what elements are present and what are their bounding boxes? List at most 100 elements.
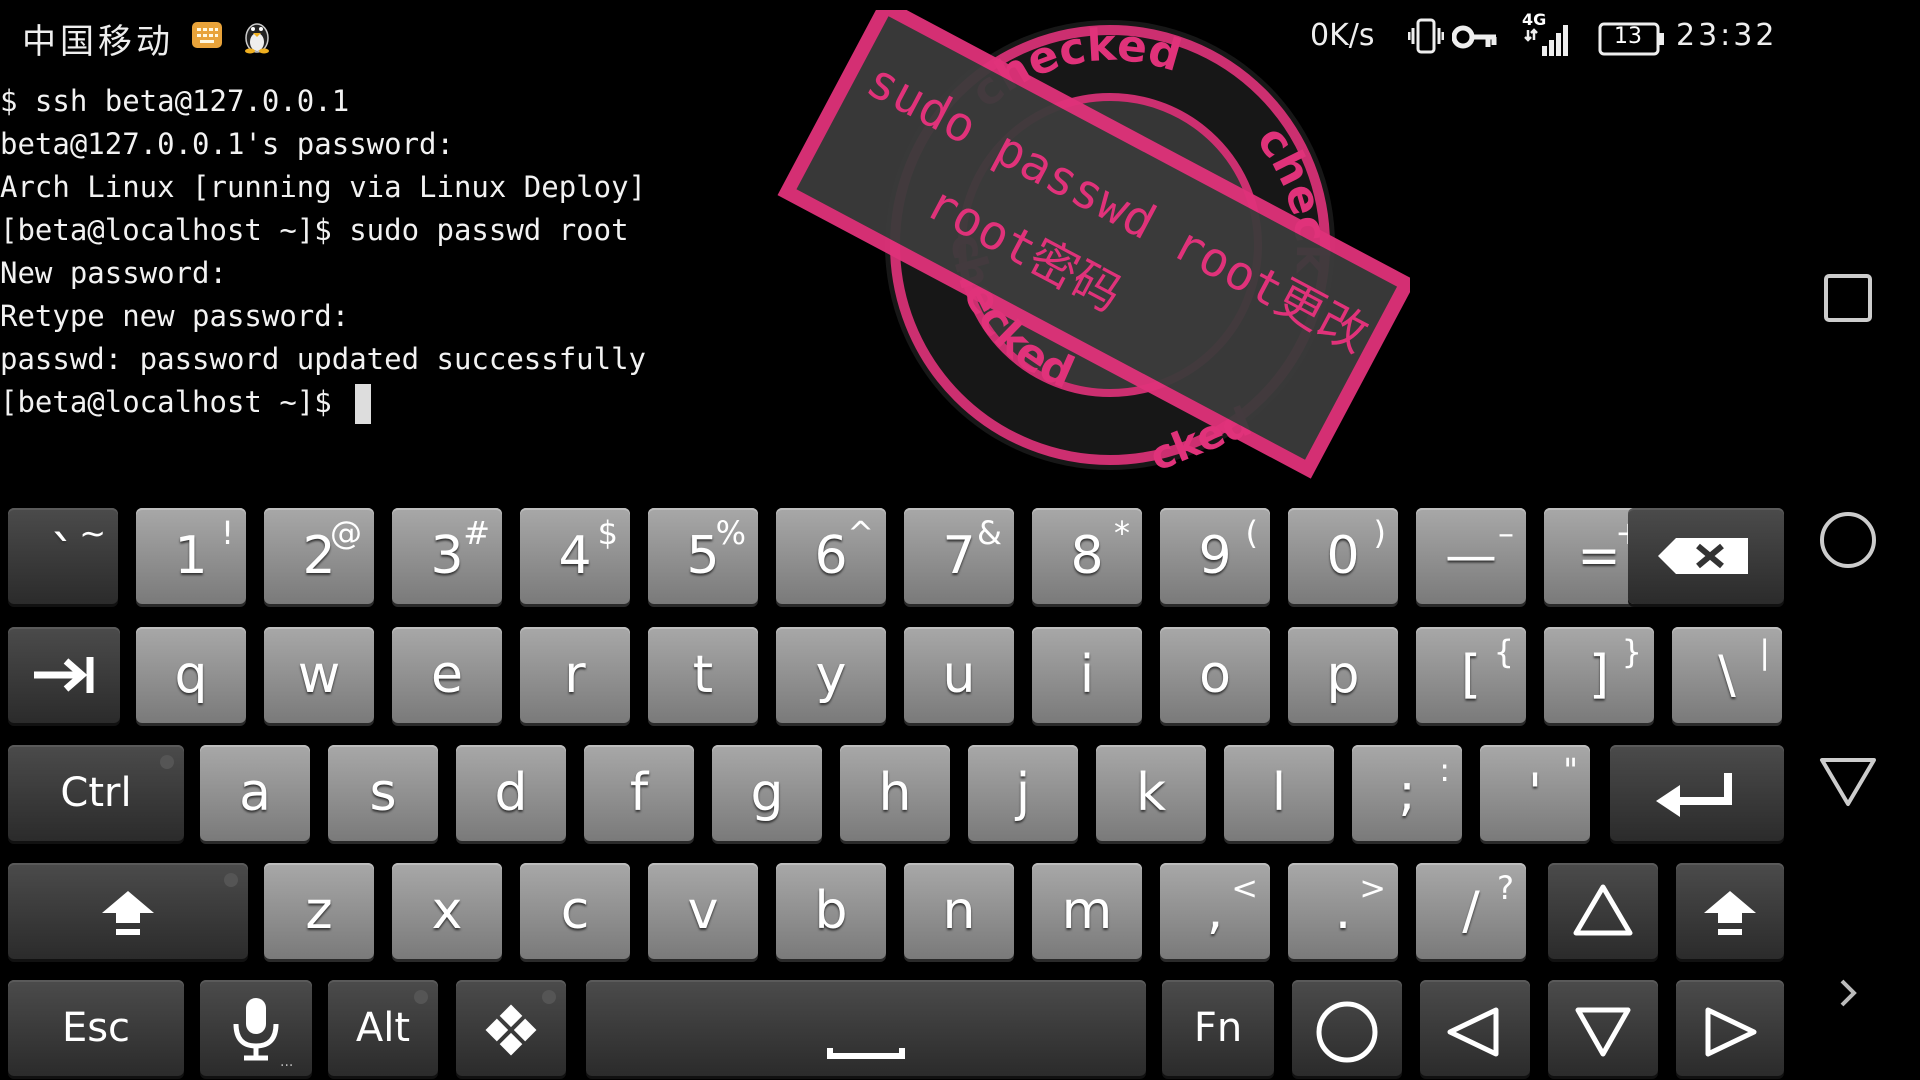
key-row2-11[interactable]: ]} (1544, 627, 1654, 723)
sticky-indicator (542, 990, 556, 1004)
key-row2-9[interactable]: p (1288, 627, 1398, 723)
key-row2-10[interactable]: [{ (1416, 627, 1526, 723)
arrow-right-key[interactable] (1676, 980, 1784, 1076)
key-row1-7[interactable]: 7 & (904, 508, 1014, 604)
key-main-char: x (431, 881, 463, 941)
key-row3-3[interactable]: f (584, 745, 694, 841)
key-main-char: s (369, 763, 397, 823)
arrow-down-key[interactable] (1548, 980, 1658, 1076)
key-row3-8[interactable]: l (1224, 745, 1334, 841)
arrow-up-key[interactable] (1548, 863, 1658, 959)
shift-icon (1704, 891, 1756, 935)
sticky-indicator (414, 990, 428, 1004)
key-main-char: d (494, 763, 528, 823)
recent-apps-button[interactable] (1810, 260, 1890, 340)
alt-key[interactable]: Alt (328, 980, 438, 1076)
key-alt-char: < (1231, 869, 1258, 907)
back-button[interactable] (1810, 740, 1890, 820)
shift-left-key[interactable] (8, 863, 248, 959)
home-button[interactable] (1810, 500, 1890, 580)
key-row1-3[interactable]: 3 # (392, 508, 502, 604)
key-alt-char: ) (1373, 514, 1386, 552)
key-row4-3[interactable]: v (648, 863, 758, 959)
key-main-char: g (750, 763, 784, 823)
key-main-char: l (1271, 763, 1287, 823)
key-main-char: e (431, 645, 463, 705)
key-row4-8[interactable]: . > (1288, 863, 1398, 959)
key-main-char: v (687, 881, 719, 941)
key-row1-10[interactable]: 0) (1288, 508, 1398, 604)
key-row3-2[interactable]: d (456, 745, 566, 841)
key-row2-12[interactable]: \ | (1672, 627, 1782, 723)
chevron-right-icon (1840, 979, 1857, 1007)
space-key[interactable] (586, 980, 1146, 1076)
key-row4-6[interactable]: m (1032, 863, 1142, 959)
triangle-down-icon (1820, 758, 1876, 806)
key-row1-2[interactable]: 2 @ (264, 508, 374, 604)
key-row1-4[interactable]: 4 $ (520, 508, 630, 604)
arrow-left-key[interactable] (1420, 980, 1530, 1076)
carrier-name: 中国移动 (22, 22, 174, 62)
checked-stamp-overlay: checked check checked cked sudo passwd r… (770, 10, 1410, 510)
ctrl-key[interactable]: Ctrl (8, 745, 184, 841)
key-row3-4[interactable]: g (712, 745, 822, 841)
key-main-char: i (1079, 645, 1095, 705)
key-row3-6[interactable]: j (968, 745, 1078, 841)
svg-text:...: ... (280, 1054, 293, 1070)
key-row3-7[interactable]: k (1096, 745, 1206, 841)
key-row1-1[interactable]: 1! (136, 508, 246, 604)
key-row3-0[interactable]: a (200, 745, 310, 841)
meta-key[interactable] (456, 980, 566, 1076)
tab-key[interactable] (8, 627, 120, 723)
key-row1-5[interactable]: 5% (648, 508, 758, 604)
key-row1-0[interactable]: ` ~ (8, 508, 118, 604)
key-row2-4[interactable]: t (648, 627, 758, 723)
key-row2-2[interactable]: e (392, 627, 502, 723)
key-row1-6[interactable]: 6 ^ (776, 508, 886, 604)
key-row4-9[interactable]: /? (1416, 863, 1526, 959)
key-row2-8[interactable]: o (1160, 627, 1270, 723)
fn-key[interactable]: Fn (1162, 980, 1274, 1076)
key-row3-9[interactable]: ;: (1352, 745, 1462, 841)
key-row2-1[interactable]: w (264, 627, 374, 723)
battery-level: 13 (1614, 24, 1642, 49)
key-alt-char: { (1493, 633, 1514, 671)
shift-right-key[interactable] (1676, 863, 1784, 959)
triangle-down-icon (1575, 1007, 1631, 1057)
signal-icon (1524, 22, 1568, 56)
key-alt-char: * (1114, 514, 1130, 552)
key-row3-5[interactable]: h (840, 745, 950, 841)
key-row3-1[interactable]: s (328, 745, 438, 841)
esc-label: Esc (61, 1005, 131, 1051)
key-row2-6[interactable]: u (904, 627, 1014, 723)
key-row4-1[interactable]: x (392, 863, 502, 959)
key-row4-2[interactable]: c (520, 863, 630, 959)
key-row1-11[interactable]: — – (1416, 508, 1526, 604)
key-row3-10[interactable]: ' " (1480, 745, 1590, 841)
key-main-char: a (239, 763, 271, 823)
esc-key[interactable]: Esc (8, 980, 184, 1076)
key-main-char: c (560, 881, 590, 941)
key-row2-3[interactable]: r (520, 627, 630, 723)
key-row4-7[interactable]: , < (1160, 863, 1270, 959)
enter-key[interactable] (1610, 745, 1784, 841)
key-main-char: k (1135, 763, 1167, 823)
key-row4-4[interactable]: b (776, 863, 886, 959)
key-alt-char: } (1621, 633, 1642, 671)
nav-expand-button[interactable] (1810, 955, 1890, 1035)
key-alt-char: % (715, 514, 746, 552)
key-row2-0[interactable]: q (136, 627, 246, 723)
key-row2-5[interactable]: y (776, 627, 886, 723)
key-row1-8[interactable]: 8 * (1032, 508, 1142, 604)
key-row2-7[interactable]: i (1032, 627, 1142, 723)
key-row4-5[interactable]: n (904, 863, 1014, 959)
key-main-char: n (942, 881, 976, 941)
key-row1-9[interactable]: 9( (1160, 508, 1270, 604)
voice-input-key[interactable]: ... (200, 980, 312, 1076)
home-circle-key[interactable] (1292, 980, 1402, 1076)
clock: 23:32 (1676, 18, 1778, 53)
key-row4-0[interactable]: z (264, 863, 374, 959)
key-alt-char: $ (597, 514, 618, 552)
android-nav-bar (1790, 0, 1920, 1080)
backspace-key[interactable] (1628, 508, 1784, 604)
